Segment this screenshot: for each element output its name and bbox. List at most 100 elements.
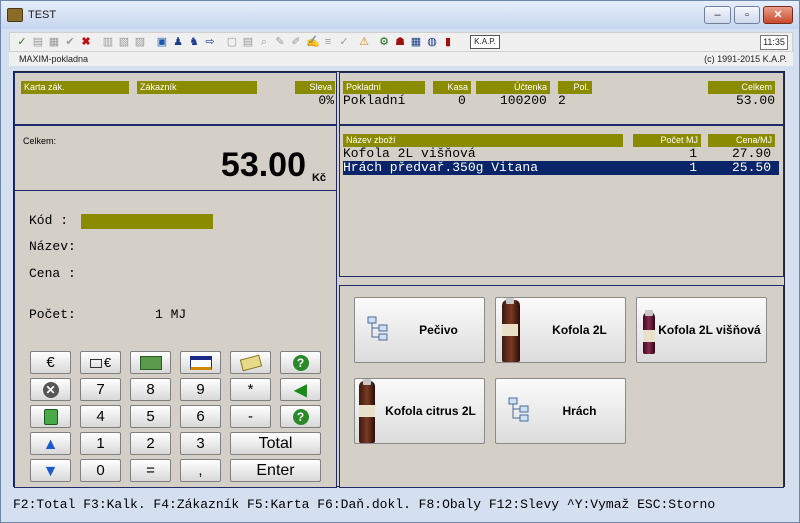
kap-logo: K.A.P. — [470, 35, 500, 49]
key-8[interactable]: 8 — [130, 378, 171, 401]
help-icon: ? — [292, 355, 309, 372]
key-3[interactable]: 3 — [180, 432, 221, 455]
item-name: Hrách předvař.350g Vitana — [343, 160, 539, 175]
money-key[interactable] — [130, 351, 171, 374]
product-button-pecivo[interactable]: Pečivo — [354, 297, 485, 363]
total-key[interactable]: Total — [230, 432, 321, 455]
code-input[interactable] — [81, 214, 213, 229]
voucher-icon — [239, 354, 262, 372]
edit2-icon[interactable]: ✐ — [290, 36, 302, 48]
pages-icon[interactable]: ▤ — [242, 36, 254, 48]
euro-key[interactable]: € — [30, 351, 71, 374]
copyright: (c) 1991-2015 K.A.P. — [704, 54, 787, 64]
sort-icon[interactable]: ≡ — [322, 36, 334, 48]
equals-key[interactable]: = — [130, 459, 171, 482]
currency-label: Kč — [311, 172, 326, 184]
users-icon[interactable]: ♟ — [172, 36, 184, 48]
product-label: Kofola citrus 2L — [385, 404, 476, 418]
money-icon — [139, 356, 162, 371]
items-panel: Název zboží Počet MJ Cena/MJ Kofola 2L v… — [339, 125, 784, 277]
customer-panel: Karta zák. Zákazník Sleva 0% — [14, 72, 337, 125]
preview-icon[interactable]: ▧ — [118, 36, 130, 48]
down-key[interactable]: ▼ — [30, 459, 71, 482]
user-group-icon[interactable]: ♞ — [188, 36, 200, 48]
page-icon[interactable]: ▢ — [226, 36, 238, 48]
delete-icon[interactable]: ✖ — [80, 36, 92, 48]
doc-icon[interactable]: ▤ — [32, 36, 44, 48]
item-count: 1 — [689, 146, 697, 161]
key-5[interactable]: 5 — [130, 405, 171, 428]
print-icon[interactable]: ▥ — [102, 36, 114, 48]
key-1[interactable]: 1 — [80, 432, 121, 455]
key-6[interactable]: 6 — [180, 405, 221, 428]
category-tree-icon — [508, 397, 529, 422]
calculator-icon[interactable]: ▦ — [410, 36, 422, 48]
comma-key[interactable]: , — [180, 459, 221, 482]
total-value: 53.00 — [735, 93, 775, 108]
table-row-selected[interactable]: Hrách předvař.350g Vitana 1 25.50 — [343, 161, 779, 175]
product-button-kofola-visnova[interactable]: Kofola 2L višňová — [636, 297, 767, 363]
cancel-key[interactable]: ✕ — [30, 378, 71, 401]
app-window: TEST ‒ ▫ ✕ ✓ ▤ ▦ ✔ ✖ ▥ ▧ ▨ ▣ ♟ ♞ ⇨ ▢ ▤ ⌕… — [0, 0, 800, 523]
receipt-value: 100200 — [500, 93, 547, 108]
export-icon[interactable]: ▨ — [134, 36, 146, 48]
entry-panel: Kód : Název: Cena : Počet: 1 MJ € € ? ✕ … — [14, 191, 337, 488]
toolbar: ✓ ▤ ▦ ✔ ✖ ▥ ▧ ▨ ▣ ♟ ♞ ⇨ ▢ ▤ ⌕ ✎ ✐ ✍ ≡ ✓ … — [9, 32, 793, 52]
key-9[interactable]: 9 — [180, 378, 221, 401]
clock: 11:35 — [760, 35, 788, 50]
globe-icon[interactable]: ◍ — [426, 36, 438, 48]
help2-icon: ? — [292, 409, 309, 426]
maximize-button[interactable]: ▫ — [734, 6, 760, 24]
recycle-bin-icon — [43, 409, 58, 426]
backspace-key[interactable]: ◀ — [280, 378, 321, 401]
help2-key[interactable]: ? — [280, 405, 321, 428]
product-button-hrach[interactable]: Hrách — [495, 378, 626, 444]
book-icon[interactable]: ▮ — [442, 36, 454, 48]
arrow-up-icon: ▲ — [42, 435, 59, 453]
table-row[interactable]: Kofola 2L višňová 1 27.90 — [343, 147, 779, 161]
name-label: Název: — [29, 239, 76, 254]
total-label: Celkem: — [23, 136, 57, 146]
edit-icon[interactable]: ✎ — [274, 36, 286, 48]
product-button-kofola[interactable]: Kofola 2L — [495, 297, 626, 363]
help-key[interactable]: ? — [280, 351, 321, 374]
transfer-icon[interactable]: ⇨ — [204, 36, 216, 48]
app-name: MAXIM-pokladna — [19, 54, 89, 64]
tools-icon[interactable]: ⚙ — [378, 36, 390, 48]
euro-card-key[interactable]: € — [80, 351, 121, 374]
voucher-key[interactable] — [230, 351, 271, 374]
product-button-kofola-citrus[interactable]: Kofola citrus 2L — [354, 378, 485, 444]
enter-key[interactable]: Enter — [230, 459, 321, 482]
close-button[interactable]: ✕ — [763, 6, 793, 24]
visa-key[interactable] — [180, 351, 221, 374]
copy-icon[interactable]: ▦ — [48, 36, 60, 48]
up-key[interactable]: ▲ — [30, 432, 71, 455]
people-icon[interactable]: ☗ — [394, 36, 406, 48]
key-2[interactable]: 2 — [130, 432, 171, 455]
count-value: 1 MJ — [155, 307, 187, 322]
key-7[interactable]: 7 — [80, 378, 121, 401]
multiply-key[interactable]: * — [230, 378, 271, 401]
approve-icon[interactable]: ✓ — [338, 36, 350, 48]
minus-key[interactable]: - — [230, 405, 271, 428]
recycle-key[interactable] — [30, 405, 71, 428]
minimize-button[interactable]: ‒ — [704, 6, 731, 24]
total-amount: 53.00 — [220, 146, 306, 184]
app-icon — [7, 8, 23, 22]
key-4[interactable]: 4 — [80, 405, 121, 428]
search-icon[interactable]: ⌕ — [258, 36, 270, 48]
products-panel: Pečivo Kofola 2L Kofola 2L višňová Kofol… — [339, 285, 784, 488]
warning-icon[interactable]: ⚠ — [358, 36, 370, 48]
card-icon[interactable]: ▣ — [156, 36, 168, 48]
product-label: Kofola 2L — [552, 323, 607, 337]
product-label: Pečivo — [419, 323, 458, 337]
discount-value: 0% — [318, 93, 334, 108]
count-label: Počet: — [29, 307, 76, 322]
key-0[interactable]: 0 — [80, 459, 121, 482]
check-doc-icon[interactable]: ✔ — [64, 36, 76, 48]
confirm-icon[interactable]: ✓ — [16, 36, 28, 48]
product-label: Hrách — [562, 404, 597, 418]
note-icon[interactable]: ✍ — [306, 36, 320, 48]
item-price: 25.50 — [731, 160, 771, 175]
item-name: Kofola 2L višňová — [343, 146, 476, 161]
